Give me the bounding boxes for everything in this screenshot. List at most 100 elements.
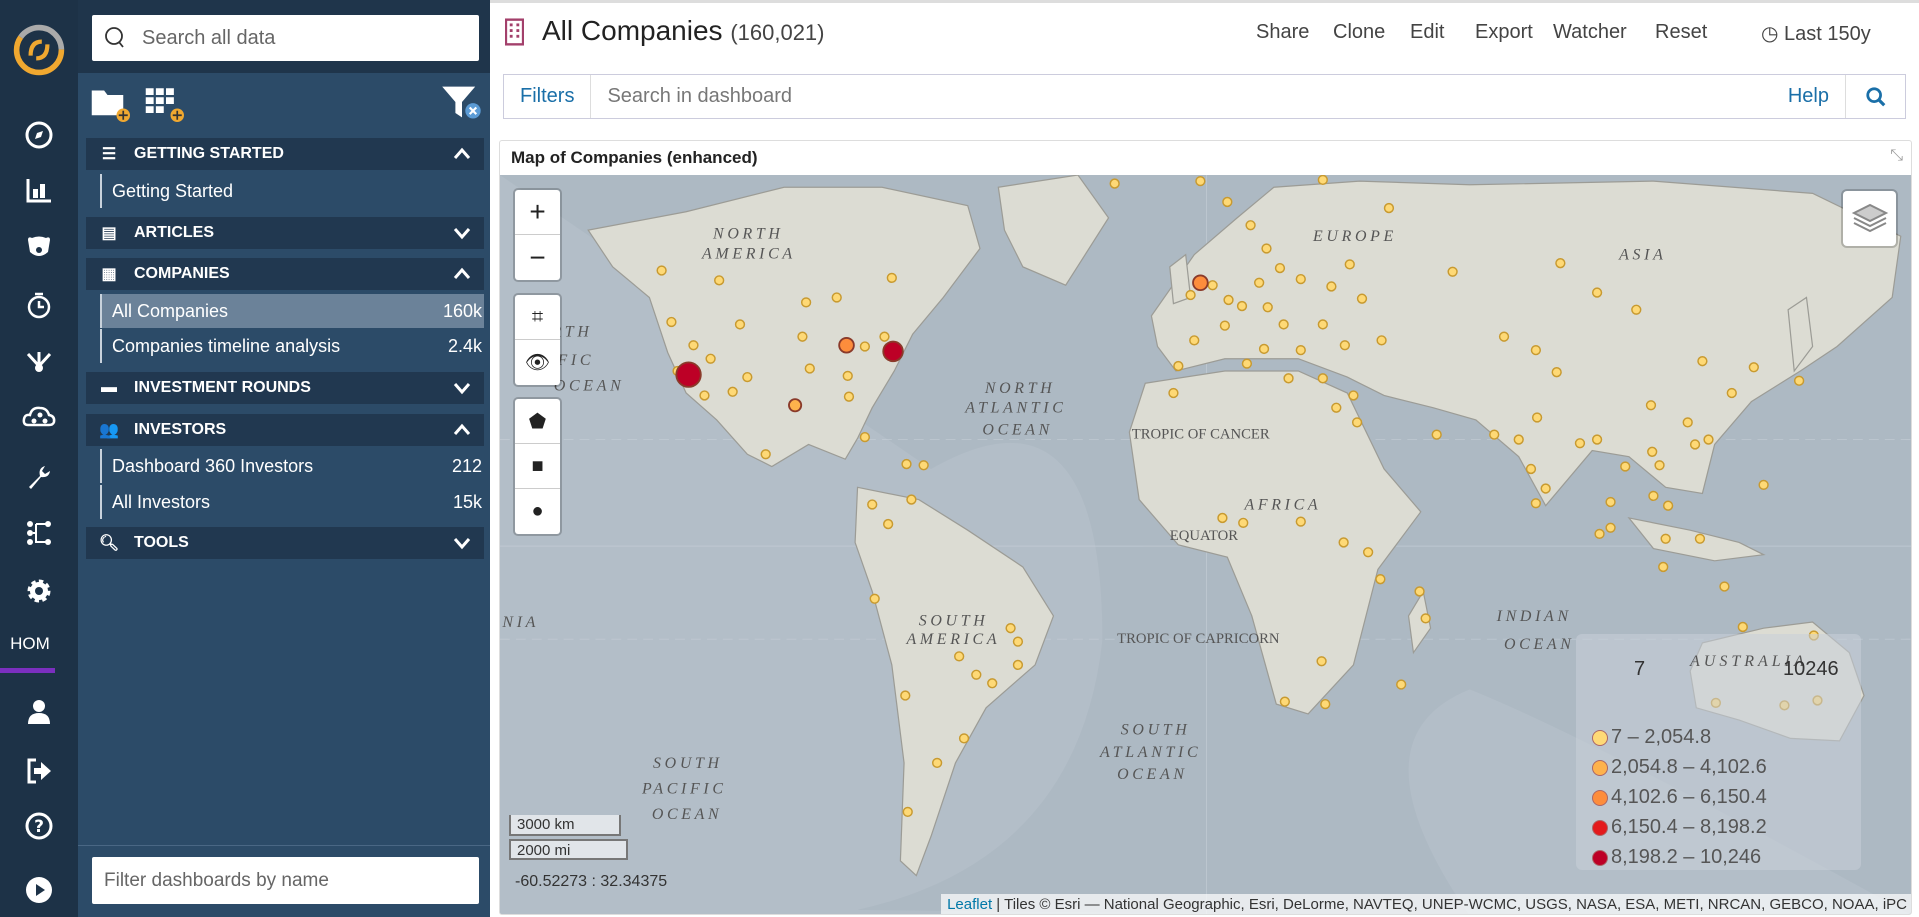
company-marker[interactable]	[1645, 400, 1657, 411]
company-marker[interactable]	[1317, 373, 1328, 384]
company-marker[interactable]	[1356, 293, 1368, 304]
company-marker[interactable]	[1223, 294, 1234, 306]
company-marker[interactable]	[831, 292, 842, 303]
company-marker[interactable]	[1648, 490, 1659, 502]
company-marker[interactable]	[900, 690, 911, 701]
wrench-icon[interactable]	[0, 462, 78, 492]
company-marker[interactable]	[1173, 360, 1184, 372]
timer-icon[interactable]	[0, 290, 78, 320]
company-marker[interactable]	[1594, 528, 1605, 540]
company-marker[interactable]	[1295, 273, 1306, 285]
company-marker[interactable]	[954, 651, 965, 662]
clear-filter-icon[interactable]	[440, 84, 484, 120]
company-marker[interactable]	[1530, 498, 1542, 509]
dashboard-item-all-companies[interactable]: All Companies 160k	[100, 294, 484, 328]
company-marker[interactable]	[1396, 679, 1407, 690]
dashboard-item-getting-started[interactable]: Getting Started	[100, 174, 484, 208]
company-marker[interactable]	[1326, 281, 1337, 292]
cloud-graph-icon[interactable]	[0, 401, 78, 431]
company-marker-large[interactable]	[788, 398, 803, 413]
logo-icon[interactable]	[0, 22, 78, 78]
company-marker[interactable]	[1376, 335, 1387, 346]
company-marker[interactable]	[1631, 304, 1642, 315]
compass-icon[interactable]	[0, 120, 78, 150]
leaflet-link[interactable]: Leaflet	[947, 896, 992, 913]
company-marker[interactable]	[1362, 547, 1374, 558]
company-marker[interactable]	[1316, 656, 1327, 667]
company-marker[interactable]	[1219, 320, 1231, 331]
section-articles[interactable]: ▤ ARTICLES	[86, 217, 484, 249]
company-marker[interactable]	[1660, 533, 1671, 544]
company-marker[interactable]	[797, 331, 808, 342]
company-marker[interactable]	[1338, 537, 1349, 548]
company-marker[interactable]	[1689, 439, 1701, 450]
company-marker[interactable]	[1195, 175, 1206, 187]
clone-button[interactable]: Clone	[1333, 21, 1385, 44]
company-marker[interactable]	[1758, 479, 1769, 491]
zoom-out-button[interactable]: −	[515, 235, 560, 280]
gear-icon[interactable]	[0, 576, 78, 606]
company-marker[interactable]	[902, 806, 913, 818]
company-marker[interactable]	[1236, 300, 1248, 312]
company-marker[interactable]	[1012, 636, 1024, 647]
company-marker[interactable]	[1383, 202, 1395, 214]
company-marker[interactable]	[859, 341, 871, 352]
company-marker[interactable]	[958, 733, 970, 744]
company-marker[interactable]	[656, 265, 667, 276]
company-marker[interactable]	[1222, 196, 1233, 208]
time-picker[interactable]: ◷ Last 150y	[1761, 21, 1871, 46]
company-marker[interactable]	[688, 340, 699, 351]
company-marker[interactable]	[666, 316, 677, 328]
company-marker[interactable]	[1414, 586, 1425, 597]
export-button[interactable]: Export	[1475, 21, 1533, 44]
company-marker[interactable]	[1748, 362, 1759, 373]
search-button[interactable]	[1845, 75, 1905, 118]
company-marker[interactable]	[1317, 175, 1328, 186]
company-marker[interactable]	[1207, 280, 1218, 291]
logout-icon[interactable]	[0, 756, 78, 786]
reset-button[interactable]: Reset	[1655, 21, 1707, 44]
company-marker[interactable]	[1605, 496, 1616, 508]
company-marker[interactable]	[1317, 319, 1328, 330]
zoom-in-button[interactable]: +	[515, 190, 560, 235]
home-tab[interactable]: HOM	[0, 634, 60, 654]
help-icon[interactable]: ?	[0, 811, 78, 841]
company-marker[interactable]	[1540, 483, 1551, 494]
company-marker[interactable]	[1344, 259, 1355, 270]
company-marker[interactable]	[843, 391, 855, 402]
company-marker[interactable]	[1295, 516, 1306, 527]
company-marker-large[interactable]	[882, 340, 904, 363]
company-marker[interactable]	[842, 370, 853, 382]
company-marker[interactable]	[800, 297, 812, 308]
company-marker[interactable]	[1591, 434, 1603, 445]
company-marker[interactable]	[734, 319, 746, 330]
company-marker[interactable]	[901, 458, 912, 470]
bear-icon[interactable]	[0, 232, 78, 262]
edit-button[interactable]: Edit	[1410, 21, 1444, 44]
company-marker[interactable]	[1737, 621, 1748, 633]
company-marker[interactable]	[760, 449, 771, 460]
company-marker[interactable]	[1245, 220, 1256, 231]
map-view[interactable]: NORTH AMERICA EUROPE ASIA RTH FIC OCEAN NORT…	[500, 175, 1911, 914]
company-marker[interactable]	[1348, 390, 1359, 401]
company-marker[interactable]	[1278, 319, 1289, 330]
company-marker[interactable]	[1694, 533, 1706, 544]
company-marker[interactable]	[1189, 335, 1200, 346]
filter-dashboards-input[interactable]: Filter dashboards by name	[92, 857, 479, 904]
company-marker[interactable]	[987, 678, 998, 689]
company-marker[interactable]	[1682, 417, 1693, 428]
company-marker[interactable]	[906, 494, 917, 505]
company-marker[interactable]	[1447, 266, 1458, 277]
company-marker[interactable]	[1241, 358, 1253, 369]
add-dashboard-icon[interactable]	[142, 86, 190, 122]
company-marker[interactable]	[1279, 696, 1291, 707]
company-marker[interactable]	[1320, 698, 1331, 710]
company-marker[interactable]	[1620, 461, 1631, 472]
company-marker[interactable]	[869, 593, 880, 604]
help-link[interactable]: Help	[1772, 85, 1845, 108]
company-marker[interactable]	[1012, 659, 1024, 671]
watcher-button[interactable]: Watcher	[1553, 21, 1627, 44]
play-icon[interactable]	[0, 875, 78, 905]
company-marker[interactable]	[1530, 345, 1542, 356]
company-marker[interactable]	[1513, 434, 1524, 445]
